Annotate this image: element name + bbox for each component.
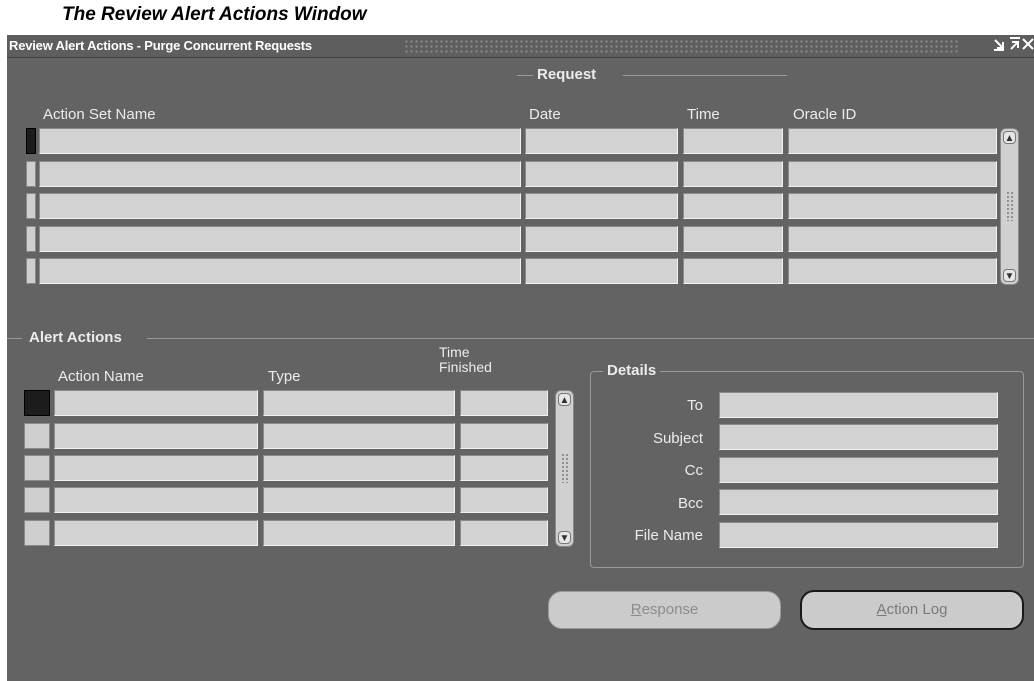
scroll-down-icon[interactable]: ▼	[558, 531, 571, 544]
column-header-time: Time	[687, 106, 720, 123]
action-set-name-field[interactable]	[39, 226, 521, 252]
action-name-field[interactable]	[54, 455, 258, 481]
time-finished-field[interactable]	[460, 455, 548, 481]
date-field[interactable]	[525, 226, 678, 252]
response-button-label: esponse	[641, 601, 699, 618]
scroll-grip-icon[interactable]	[1006, 191, 1014, 221]
oracle-id-field[interactable]	[788, 128, 997, 154]
alert-actions-scrollbar[interactable]: ▲ ▼	[555, 390, 574, 547]
oracle-id-field[interactable]	[788, 161, 997, 187]
cc-label: Cc	[684, 462, 703, 479]
time-finished-field[interactable]	[460, 390, 548, 416]
figure-caption: The Review Alert Actions Window	[62, 4, 367, 25]
oracle-id-field[interactable]	[788, 258, 997, 284]
action-set-name-field[interactable]	[39, 193, 521, 219]
type-field[interactable]	[263, 520, 455, 546]
file-name-field[interactable]	[719, 522, 998, 548]
record-indicator[interactable]	[26, 128, 36, 154]
type-field[interactable]	[263, 455, 455, 481]
bcc-field[interactable]	[719, 489, 998, 515]
oracle-id-field[interactable]	[788, 193, 997, 219]
column-header-action-set-name: Action Set Name	[43, 106, 156, 123]
action-set-name-field[interactable]	[39, 128, 521, 154]
details-group-label: Details	[603, 362, 661, 379]
date-field[interactable]	[525, 161, 678, 187]
record-indicator[interactable]	[24, 520, 50, 546]
record-indicator[interactable]	[26, 161, 36, 187]
scroll-up-icon[interactable]: ▲	[558, 393, 571, 406]
minimize-icon[interactable]	[991, 36, 1007, 54]
record-indicator[interactable]	[24, 455, 50, 481]
request-group-line-left	[517, 75, 533, 76]
time-field[interactable]	[683, 258, 783, 284]
response-button[interactable]: Response	[548, 591, 781, 629]
oracle-id-field[interactable]	[788, 226, 997, 252]
action-name-field[interactable]	[54, 390, 258, 416]
column-header-oracle-id: Oracle ID	[793, 106, 857, 123]
type-field[interactable]	[263, 487, 455, 513]
to-label: To	[687, 397, 703, 414]
action-name-field[interactable]	[54, 520, 258, 546]
time-field[interactable]	[683, 128, 783, 154]
record-indicator[interactable]	[26, 258, 36, 284]
record-indicator[interactable]	[26, 226, 36, 252]
window-titlebar[interactable]: Review Alert Actions - Purge Concurrent …	[7, 35, 1034, 58]
date-field[interactable]	[525, 128, 678, 154]
action-log-button[interactable]: Action Log	[800, 590, 1024, 630]
type-field[interactable]	[263, 423, 455, 449]
record-indicator[interactable]	[24, 423, 50, 449]
scroll-down-icon[interactable]: ▼	[1003, 269, 1016, 282]
time-finished-field[interactable]	[460, 423, 548, 449]
column-header-time-finished-line2: Finished	[439, 359, 492, 375]
request-group-label: Request	[537, 66, 597, 83]
record-indicator[interactable]	[24, 487, 50, 513]
review-alert-actions-window: Review Alert Actions - Purge Concurrent …	[7, 35, 1034, 681]
action-name-field[interactable]	[54, 423, 258, 449]
type-field[interactable]	[263, 390, 455, 416]
time-finished-field[interactable]	[460, 520, 548, 546]
action-log-button-label: ction Log	[886, 601, 948, 618]
action-log-button-mnemonic: A	[876, 601, 887, 618]
close-icon[interactable]	[1020, 36, 1034, 54]
window-title: Review Alert Actions - Purge Concurrent …	[9, 38, 312, 53]
file-name-label: File Name	[634, 527, 703, 544]
record-indicator[interactable]	[24, 390, 50, 416]
time-finished-field[interactable]	[460, 487, 548, 513]
alert-actions-group-label: Alert Actions	[29, 329, 122, 346]
column-header-date: Date	[529, 106, 561, 123]
bcc-label: Bcc	[677, 495, 703, 512]
titlebar-grip-pattern	[404, 39, 959, 53]
request-scrollbar[interactable]: ▲ ▼	[1000, 128, 1019, 285]
time-field[interactable]	[683, 193, 783, 219]
scroll-grip-icon[interactable]	[561, 453, 569, 483]
date-field[interactable]	[525, 258, 678, 284]
action-set-name-field[interactable]	[39, 161, 521, 187]
column-header-action-name: Action Name	[58, 368, 144, 385]
time-field[interactable]	[683, 226, 783, 252]
subject-field[interactable]	[719, 424, 998, 450]
time-field[interactable]	[683, 161, 783, 187]
record-indicator[interactable]	[26, 193, 36, 219]
action-name-field[interactable]	[54, 487, 258, 513]
subject-label: Subject	[652, 430, 703, 447]
to-field[interactable]	[719, 392, 998, 418]
request-group-line-right	[623, 75, 787, 76]
column-header-time-finished-line1: Time	[439, 344, 470, 360]
response-button-mnemonic: R	[630, 601, 642, 618]
alert-actions-group-line-left	[7, 338, 22, 339]
action-set-name-field[interactable]	[39, 258, 521, 284]
column-header-type: Type	[268, 368, 301, 385]
scroll-up-icon[interactable]: ▲	[1003, 131, 1016, 144]
cc-field[interactable]	[719, 457, 998, 483]
date-field[interactable]	[525, 193, 678, 219]
alert-actions-group-line-right	[147, 338, 1034, 339]
